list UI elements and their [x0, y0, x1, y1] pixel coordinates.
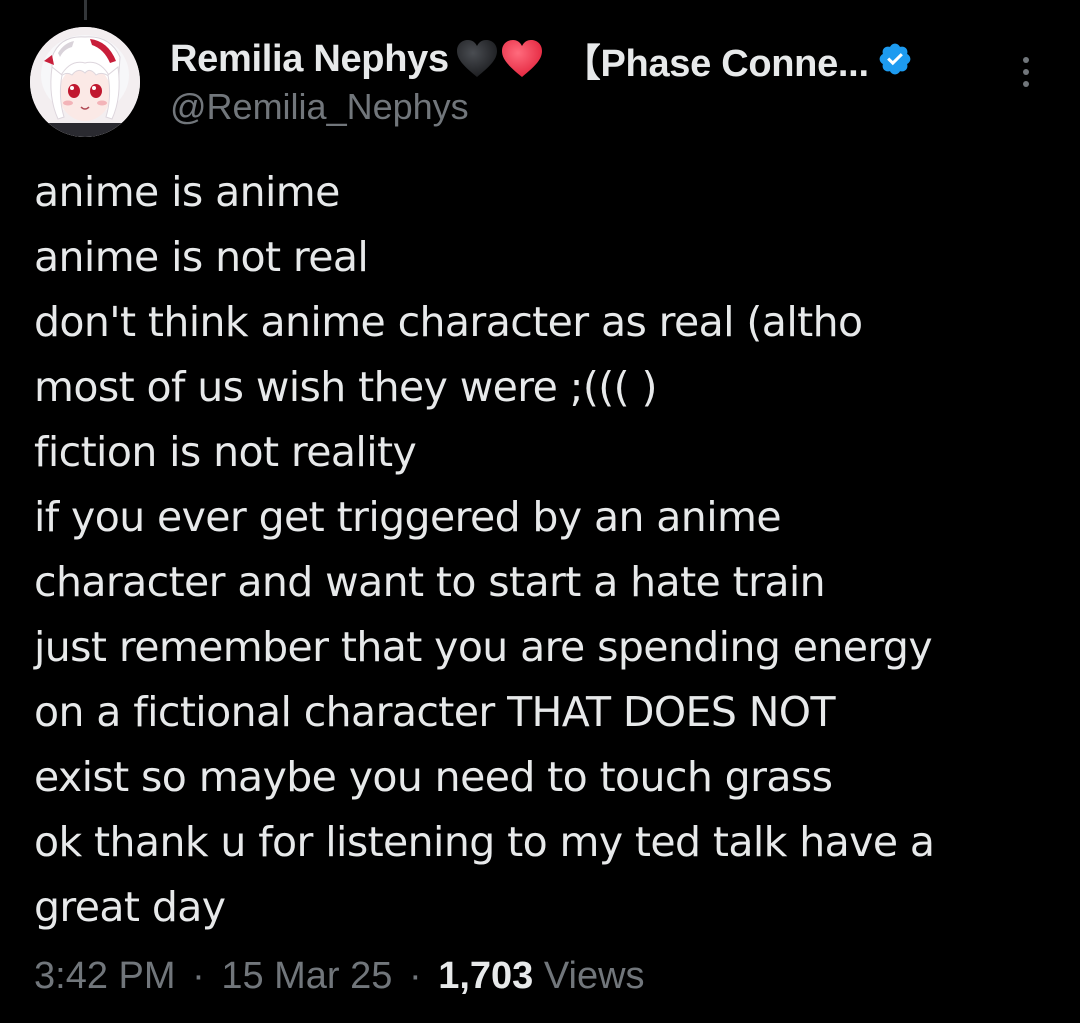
tweet-line: don't think anime character as real (alt… [34, 298, 863, 346]
tweet-header: Remilia Nephys 【Phase Conne... @Remilia_… [170, 36, 990, 128]
tweet-line: on a fictional character THAT DOES NOT [34, 688, 835, 736]
tweet-text: anime is anime anime is not real don't t… [34, 160, 1054, 940]
more-dot-icon [1023, 81, 1029, 87]
more-dot-icon [1023, 69, 1029, 75]
tweet-date[interactable]: 15 Mar 25 [221, 955, 392, 997]
meta-separator: · [408, 955, 422, 997]
tweet-line: if you ever get triggered by an anime [34, 493, 782, 541]
more-dot-icon [1023, 57, 1029, 63]
display-name[interactable]: Remilia Nephys [170, 38, 449, 81]
thread-connector-line [84, 0, 87, 20]
tweet-line: ok thank u for listening to my ted talk … [34, 818, 935, 866]
tweet-line: great day [34, 883, 226, 931]
tweet-line: anime is anime [34, 168, 340, 216]
tweet-time[interactable]: 3:42 PM [34, 955, 176, 997]
name-row: Remilia Nephys 【Phase Conne... [170, 36, 990, 85]
tweet-meta: 3:42 PM · 15 Mar 25 · 1,703 Views [34, 955, 645, 998]
tweet-line: anime is not real [34, 233, 369, 281]
tweet-line: fiction is not reality [34, 428, 417, 476]
tweet-line: character and want to start a hate train [34, 558, 826, 606]
name-badges [455, 39, 545, 79]
tweet-line: most of us wish they were ;((( ) [34, 363, 658, 411]
verified-badge-icon[interactable] [877, 41, 913, 77]
black-heart-icon [455, 39, 499, 79]
red-heart-icon [499, 39, 545, 79]
views-label: Views [543, 955, 645, 997]
meta-separator: · [192, 955, 205, 997]
anime-avatar-icon [30, 27, 140, 137]
affiliation-text[interactable]: 【Phase Conne... [563, 32, 869, 87]
user-handle[interactable]: @Remilia_Nephys [170, 86, 990, 128]
tweet-line: exist so maybe you need to touch grass [34, 753, 833, 801]
views-count[interactable]: 1,703 [438, 955, 533, 997]
tweet-line: just remember that you are spending ener… [34, 623, 933, 671]
avatar[interactable] [30, 27, 140, 137]
more-options-button[interactable] [1008, 50, 1044, 94]
